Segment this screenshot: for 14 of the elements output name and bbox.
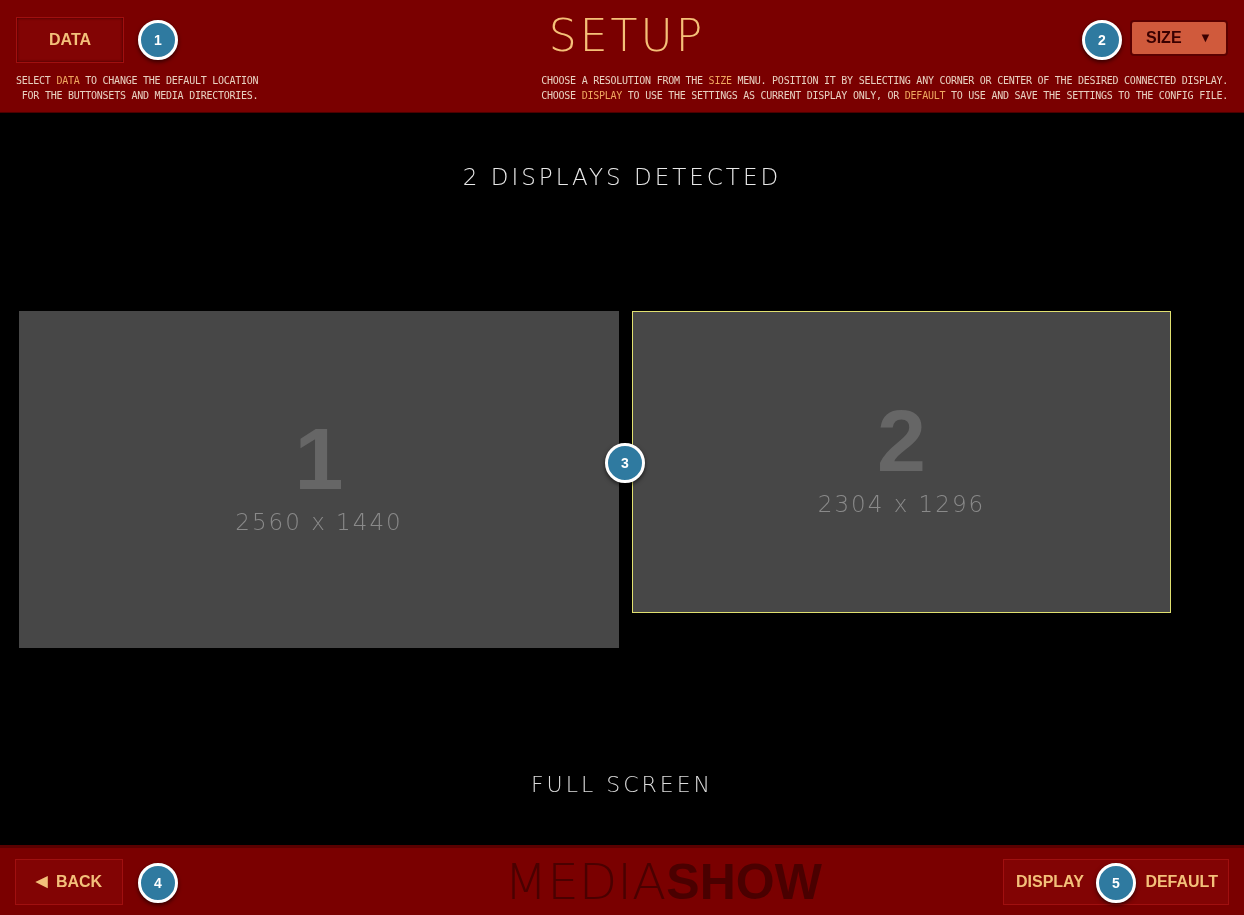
back-button[interactable]: ◀ BACK	[15, 858, 123, 905]
caret-icon: ▼	[1199, 28, 1212, 48]
data-help-text: SELECT DATA TO CHANGE THE DEFAULT LOCATION FOR THE BUTTONSETS AND MEDIA DIRECTORIES.	[16, 74, 259, 103]
size-help-text: CHOOSE A RESOLUTION FROM THE SIZE MENU. POSITION IT BY SELECTING ANY CORNER OR CENTER OF THE DESIRED CONNECTED DISPLAY. CHOOSE DISPLAY TO USE THE SETTINGS AS CURRENT DISPLAY ONLY, OR DEFAULT TO USE AND SAVE THE SETTINGS TO THE CONFIG FILE.	[541, 74, 1228, 103]
display-resolution: 2304 x 1296	[817, 490, 986, 520]
data-button[interactable]: DATA	[16, 17, 124, 63]
back-arrow-icon: ◀	[35, 870, 48, 893]
display-resolution: 2560 x 1440	[235, 507, 403, 537]
default-button[interactable]: DEFAULT	[1140, 859, 1228, 904]
displays-heading: 2 DISPLAYS DETECTED	[462, 163, 782, 192]
display-button[interactable]: DISPLAY	[1004, 859, 1092, 904]
page-title: SETUP	[548, 14, 706, 58]
mode-label: FULL SCREEN	[530, 771, 714, 799]
size-dropdown[interactable]: SIZE ▼	[1130, 20, 1228, 56]
